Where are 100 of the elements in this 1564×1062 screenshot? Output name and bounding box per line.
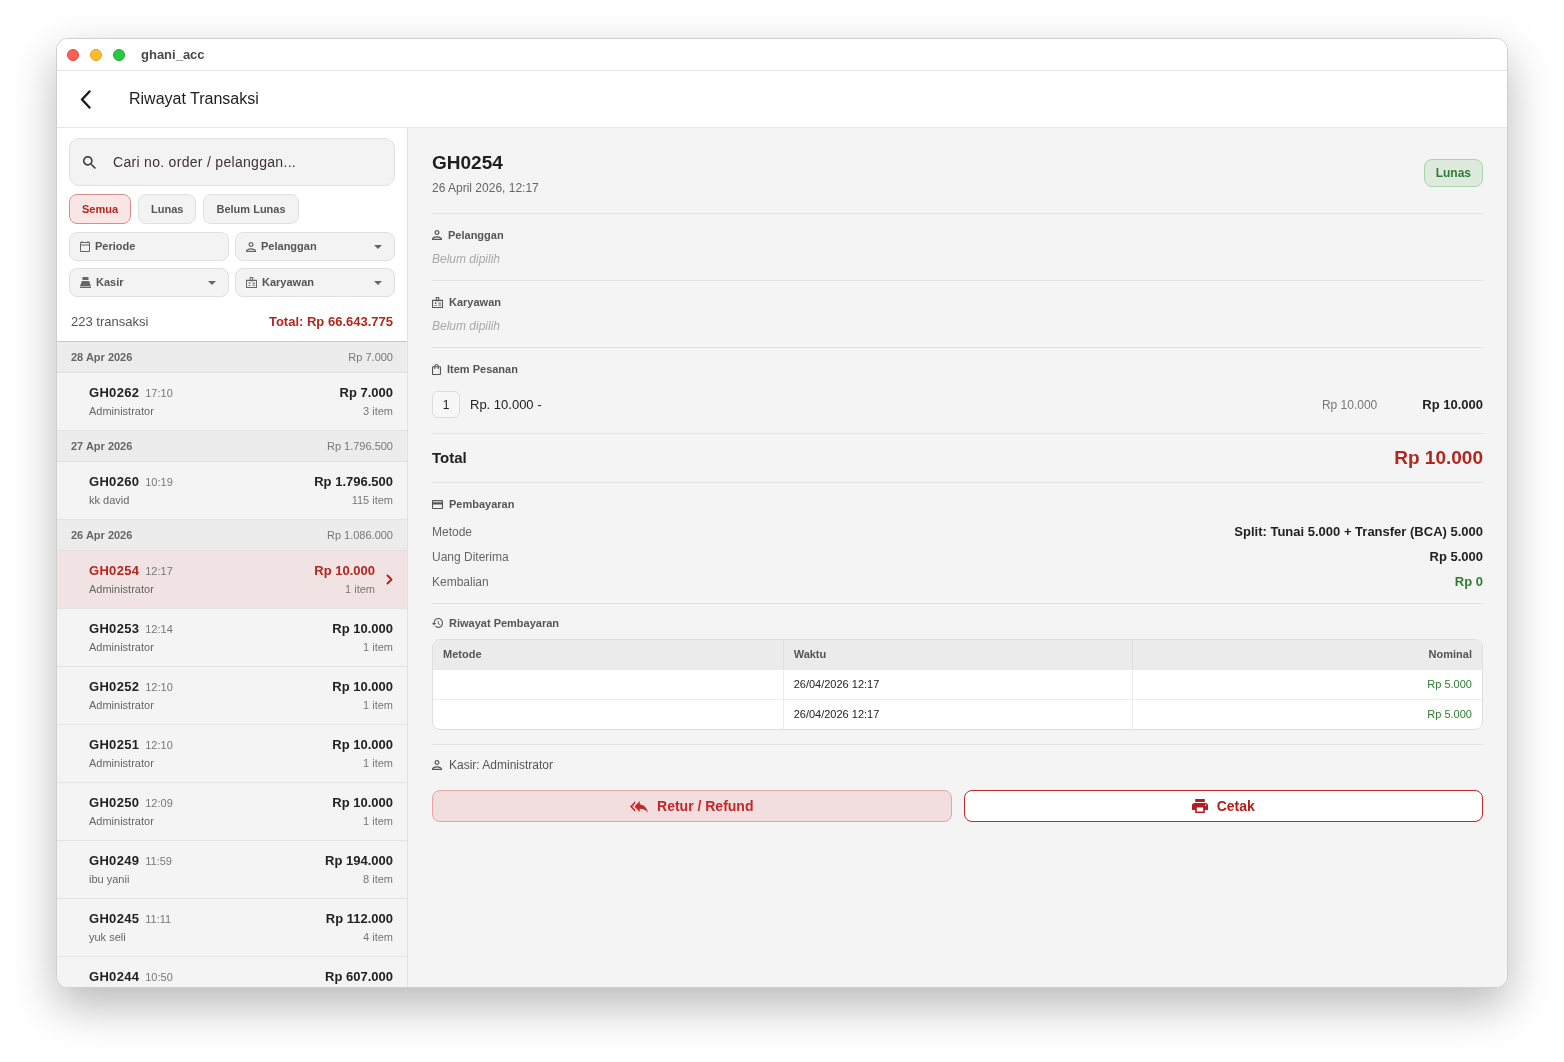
- status-badge: Lunas: [1423, 159, 1483, 187]
- date-total: Rp 1.086.000: [326, 527, 393, 543]
- transaction-item[interactable]: GH0254 12:17 Administrator Rp 10.000 1 item: [57, 551, 407, 609]
- order-amount: Rp 10.000: [314, 563, 375, 579]
- column-header: Metode: [443, 647, 482, 663]
- person-icon: [432, 230, 442, 240]
- payment-value: Rp 5.000: [1429, 547, 1483, 566]
- shopping-bag-icon: [432, 363, 441, 375]
- item-price: Rp 10.000: [1321, 396, 1378, 414]
- customer-name: Administrator: [89, 756, 154, 770]
- item-count: 1 item: [363, 814, 393, 828]
- date-total: Rp 7.000: [348, 349, 393, 365]
- payment-value: Split: Tunai 5.000 + Transfer (BCA) 5.000: [1234, 522, 1483, 541]
- date-label: 27 Apr 2026: [71, 438, 133, 454]
- customer-name: Administrator: [89, 582, 154, 596]
- chevron-right-icon: [386, 574, 393, 585]
- item-count: 1 item: [345, 582, 375, 596]
- order-time: 17:10: [145, 386, 173, 401]
- order-number: GH0244: [89, 969, 140, 985]
- id-badge-icon: [246, 277, 257, 288]
- order-time: 12:10: [145, 738, 173, 753]
- table-cell-text: 26/04/2026 12:17: [793, 707, 880, 723]
- order-number: GH0252: [89, 679, 140, 695]
- customer-name: ibu yanii: [89, 872, 130, 886]
- payment-value: Rp 0: [1454, 572, 1483, 591]
- back-icon: [79, 89, 91, 109]
- order-time: 10:50: [145, 970, 173, 985]
- order-number: GH0249: [89, 853, 140, 869]
- table-cell-text: 26/04/2026 12:17: [793, 677, 880, 693]
- total-value: Rp 10.000: [1394, 445, 1483, 470]
- history-icon: [432, 618, 443, 628]
- item-count: 115 item: [351, 493, 393, 507]
- order-number: GH0254: [89, 563, 140, 579]
- section-label: Pelanggan: [448, 228, 504, 243]
- order-number: GH0260: [89, 474, 140, 490]
- table-cell-text: Rp 5.000: [1427, 677, 1472, 693]
- window-title: ghani_acc: [141, 45, 205, 64]
- item-subtotal: Rp 10.000: [1422, 395, 1483, 414]
- search-icon: [83, 156, 96, 169]
- caret-down-icon: [374, 244, 382, 249]
- item-name: Rp. 10.000 -: [470, 395, 542, 414]
- caret-down-icon: [208, 280, 216, 285]
- person-icon: [432, 760, 442, 770]
- item-count: 3 item: [363, 404, 393, 418]
- filter-dropdown[interactable]: Karyawan: [235, 268, 395, 297]
- filter-picker[interactable]: Periode: [69, 232, 229, 261]
- section-label: Item Pesanan: [447, 362, 518, 377]
- action-button[interactable]: Retur / Refund: [432, 790, 952, 822]
- reply-all-icon: [630, 800, 648, 812]
- customer-name: kk david: [89, 493, 130, 507]
- action-button[interactable]: Cetak: [963, 790, 1483, 822]
- calendar-icon: [80, 241, 90, 252]
- column-header: Nominal: [1428, 647, 1472, 663]
- order-amount: Rp 1.796.500: [314, 474, 393, 490]
- order-amount: Rp 194.000: [325, 853, 393, 869]
- order-time: 11:59: [145, 854, 172, 869]
- empty-value: Belum dipilih: [432, 251, 501, 267]
- payment-label: Metode: [432, 523, 473, 541]
- order-amount: Rp 10.000: [332, 621, 393, 637]
- order-time: 12:17: [145, 564, 173, 579]
- payment-label: Kembalian: [432, 573, 489, 591]
- close-button[interactable]: [67, 48, 79, 61]
- item-count: 1 item: [363, 640, 393, 654]
- item-count: 8 item: [363, 872, 393, 886]
- item-count: 1 item: [363, 698, 393, 712]
- order-datetime: 26 April 2026, 12:17: [432, 180, 539, 196]
- order-amount: Rp 7.000: [339, 385, 393, 401]
- order-amount: Rp 112.000: [325, 911, 393, 927]
- minimize-button[interactable]: [90, 48, 102, 61]
- order-number: GH0245: [89, 911, 140, 927]
- filter-dropdown[interactable]: Pelanggan: [235, 232, 395, 261]
- filter-chip[interactable]: Lunas: [138, 194, 197, 224]
- item-count: 1 item: [363, 756, 393, 770]
- customer-name: Administrator: [89, 640, 154, 654]
- order-time: 11:11: [145, 912, 172, 927]
- order-number: GH0250: [89, 795, 140, 811]
- order-time: 10:19: [145, 475, 173, 490]
- customer-name: Administrator: [89, 698, 154, 712]
- cashier-label: Kasir: Administrator: [449, 757, 554, 773]
- empty-value: Belum dipilih: [432, 318, 501, 334]
- date-total: Rp 1.796.500: [326, 438, 393, 454]
- filter-chip[interactable]: Semua: [69, 194, 132, 224]
- section-label: Karyawan: [449, 295, 501, 310]
- order-time: 12:10: [145, 680, 173, 695]
- order-amount: Rp 607.000: [325, 969, 393, 985]
- search-field[interactable]: Cari no. order / pelanggan...: [69, 138, 395, 186]
- filter-chip[interactable]: Belum Lunas: [203, 194, 299, 224]
- total-label: Total: [432, 447, 467, 468]
- credit-card-icon: [432, 499, 443, 509]
- page-title: Riwayat Transaksi: [129, 89, 259, 109]
- cash-register-icon: [80, 277, 91, 288]
- item-quantity: 1: [432, 391, 460, 418]
- filter-dropdown[interactable]: Kasir: [69, 268, 229, 297]
- order-amount: Rp 10.000: [332, 679, 393, 695]
- customer-name: Administrator: [89, 814, 154, 828]
- total-amount: Total: Rp 66.643.775: [268, 313, 393, 331]
- table-cell-text: Rp 5.000: [1427, 707, 1472, 723]
- date-label: 28 Apr 2026: [71, 349, 133, 365]
- order-number: GH0253: [89, 621, 140, 637]
- maximize-button[interactable]: [113, 48, 125, 61]
